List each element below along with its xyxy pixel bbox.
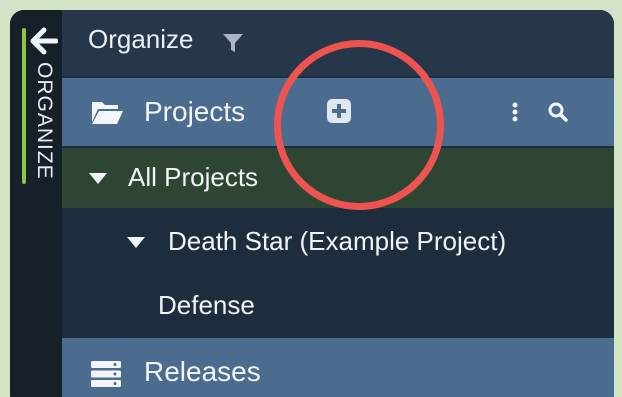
filter-icon[interactable] xyxy=(222,32,244,54)
releases-section-header[interactable]: Releases xyxy=(62,338,614,397)
releases-section-label: Releases xyxy=(144,356,261,387)
caret-down-icon[interactable] xyxy=(88,172,108,186)
tree-item-label: All Projects xyxy=(128,162,259,192)
tree-item-death-star-project[interactable]: Death Star (Example Project) xyxy=(62,208,614,274)
kebab-icon[interactable] xyxy=(510,100,520,124)
folder-open-icon xyxy=(92,102,123,124)
organize-panel-frame: ORGANIZE Organize Projects All Projects … xyxy=(10,10,614,397)
tree-item-all-projects[interactable]: All Projects xyxy=(62,148,614,208)
caret-down-icon[interactable] xyxy=(126,236,146,250)
arrow-left-icon[interactable] xyxy=(30,26,58,56)
rail-active-indicator xyxy=(22,28,26,184)
projects-section-header[interactable]: Projects xyxy=(62,78,614,146)
plus-square-icon[interactable] xyxy=(326,98,352,124)
search-icon[interactable] xyxy=(546,100,570,124)
tree-item-label: Death Star (Example Project) xyxy=(168,226,507,256)
server-stack-icon xyxy=(91,361,121,387)
page-title: Organize xyxy=(88,24,194,54)
projects-section-label: Projects xyxy=(144,96,246,127)
tree-item-defense[interactable]: Defense xyxy=(62,274,614,336)
organize-rail: ORGANIZE xyxy=(10,10,62,397)
tree-item-label: Defense xyxy=(158,290,255,320)
organize-content: Organize Projects All Projects Death Sta… xyxy=(62,10,614,397)
rail-label-organize[interactable]: ORGANIZE xyxy=(32,62,56,180)
panel-header: Organize xyxy=(62,10,614,76)
